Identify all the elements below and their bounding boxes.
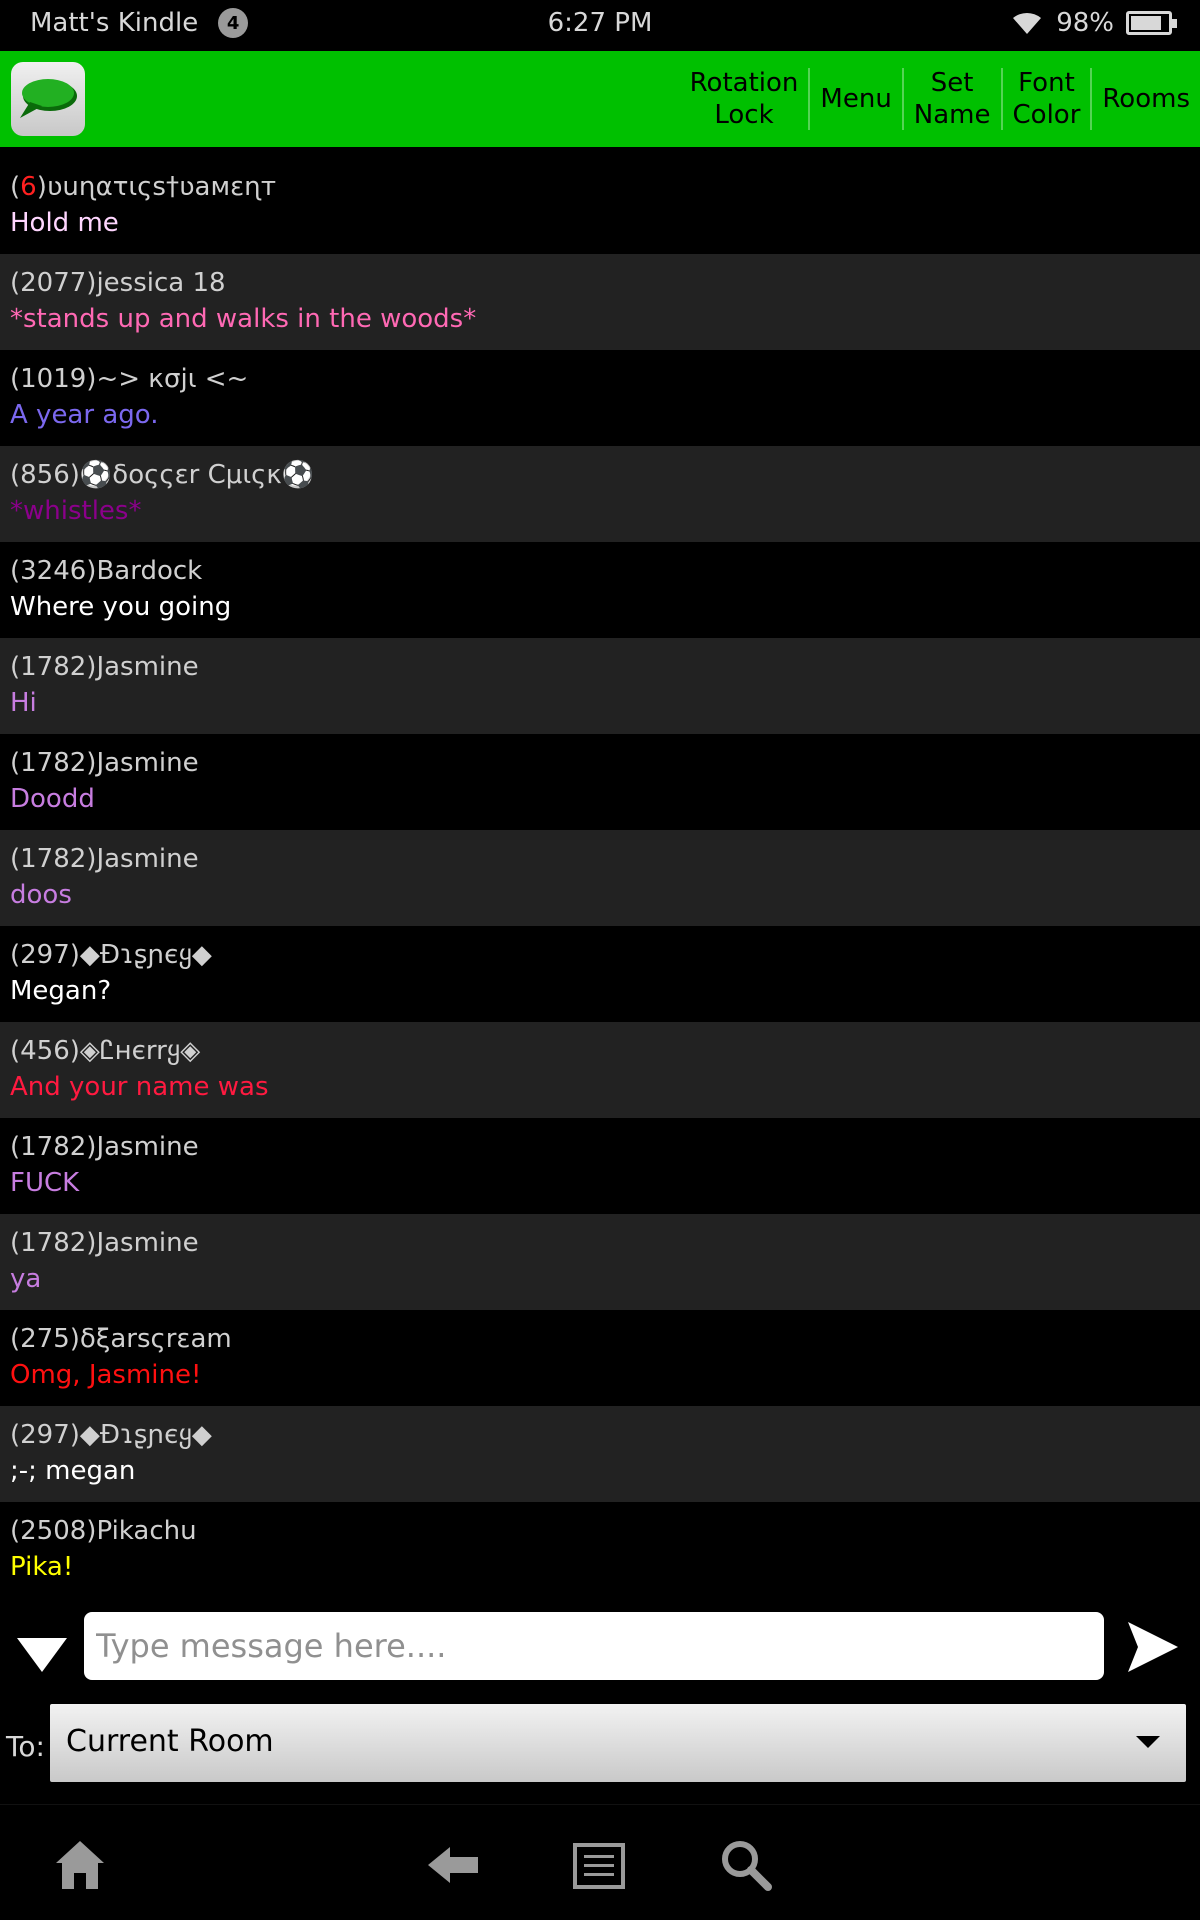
rotation-lock-label-2: Lock — [714, 100, 774, 130]
message-username[interactable]: (1782)Jasmine — [10, 842, 1190, 876]
message-username[interactable]: (1782)Jasmine — [10, 746, 1190, 780]
message-text: ya — [10, 1264, 42, 1294]
menu-button[interactable]: Menu — [810, 83, 901, 115]
back-icon[interactable] — [426, 1837, 482, 1893]
chevron-down-icon — [1136, 1736, 1160, 1748]
message-composer — [0, 1598, 1200, 1710]
user-id-paren: ( — [10, 172, 21, 202]
font-color-button[interactable]: Font Color — [1003, 67, 1091, 131]
set-name-label-1: Set — [930, 68, 974, 98]
recipient-select[interactable]: Current Room — [50, 1704, 1186, 1782]
message-text: ;-; megan — [10, 1456, 136, 1486]
app-menu-buttons: Rotation Lock Menu Set Name Font Color R… — [680, 51, 1200, 147]
chat-message-row[interactable]: (1019)~> кσјι <~ A year ago. — [0, 350, 1200, 446]
message-username[interactable]: (2077)jessica 18 — [10, 266, 1190, 300]
user-id-number: 6 — [20, 172, 37, 202]
message-username[interactable]: (1782)Jasmine — [10, 1226, 1190, 1260]
chat-message-row[interactable]: (1782)Jasmine doos — [0, 830, 1200, 926]
message-text: Pika! — [10, 1552, 74, 1582]
rotation-lock-button[interactable]: Rotation Lock — [680, 67, 809, 131]
message-username[interactable]: (275)δξarsςrεam — [10, 1322, 1190, 1356]
message-text: Megan? — [10, 976, 112, 1006]
font-color-label-1: Font — [1018, 68, 1075, 98]
search-icon[interactable] — [718, 1837, 774, 1893]
recipient-row: To: Current Room — [0, 1704, 1200, 1792]
message-input[interactable] — [84, 1612, 1104, 1680]
message-username[interactable]: (2508)Pikachu — [10, 1514, 1190, 1548]
menu-icon[interactable] — [572, 1837, 628, 1893]
speech-bubble-icon — [20, 79, 77, 118]
recipient-selected-value: Current Room — [66, 1724, 274, 1759]
chat-message-row[interactable]: (1782)Jasmine Hi — [0, 638, 1200, 734]
chat-message-row[interactable]: (275)δξarsςrεam Omg, Jasmine! — [0, 1310, 1200, 1406]
app-bar: Rotation Lock Menu Set Name Font Color R… — [0, 51, 1200, 147]
message-text: Hi — [10, 688, 37, 718]
message-username[interactable]: (6)ʋuɳατιςs†ʋaмεɳт — [10, 170, 1190, 204]
message-text: Doodd — [10, 784, 95, 814]
message-username[interactable]: (297)◆Ɖɿʂɲєყ◆ — [10, 938, 1190, 972]
message-username[interactable]: (1782)Jasmine — [10, 650, 1190, 684]
chat-message-row[interactable]: (456)◈Ꮭнєrrყ◈ And your name was — [0, 1022, 1200, 1118]
font-color-label-2: Color — [1012, 100, 1081, 130]
battery-icon — [1126, 11, 1177, 35]
chat-message-list[interactable]: (6)ʋuɳατιςs†ʋaмεɳт Hold me (2077)jessica 1… — [0, 158, 1200, 1598]
message-text: A year ago. — [10, 400, 159, 430]
message-text: *stands up and walks in the woods* — [10, 304, 477, 334]
message-username[interactable]: (456)◈Ꮭнєrrყ◈ — [10, 1034, 1190, 1068]
message-text: Where you going — [10, 592, 232, 622]
battery-percent: 98% — [1056, 8, 1114, 38]
chat-message-row[interactable]: (297)◆Ɖɿʂɲєყ◆ ;-; megan — [0, 1406, 1200, 1502]
chat-message-row[interactable]: (1782)Jasmine FUCK — [0, 1118, 1200, 1214]
chat-message-row[interactable]: (2508)Pikachu Pika! — [0, 1502, 1200, 1598]
message-username[interactable]: (1019)~> кσјι <~ — [10, 362, 1190, 396]
message-text: FUCK — [10, 1168, 80, 1198]
chat-message-row[interactable]: (297)◆Ɖɿʂɲєყ◆ Megan? — [0, 926, 1200, 1022]
message-username[interactable]: (856)⚽δοςςεr Cμιςκ⚽ — [10, 458, 1190, 492]
app-logo[interactable] — [11, 62, 85, 136]
status-right: 98% — [1010, 8, 1177, 38]
rooms-button[interactable]: Rooms — [1092, 83, 1200, 115]
chat-message-row[interactable]: (1782)Jasmine ya — [0, 1214, 1200, 1310]
message-text: And your name was — [10, 1072, 269, 1102]
chat-message-row[interactable]: (856)⚽δοςςεr Cμιςκ⚽ *whistles* — [0, 446, 1200, 542]
set-name-button[interactable]: Set Name — [904, 67, 1001, 131]
message-text: doos — [10, 880, 72, 910]
rooms-label: Rooms — [1102, 84, 1190, 114]
home-icon[interactable] — [52, 1837, 108, 1893]
menu-label: Menu — [820, 84, 892, 114]
message-username[interactable]: (1782)Jasmine — [10, 1130, 1190, 1164]
wifi-icon — [1013, 12, 1042, 34]
to-label: To: — [6, 1730, 45, 1763]
send-icon[interactable] — [1126, 1620, 1180, 1674]
chat-message-row[interactable]: (6)ʋuɳατιςs†ʋaмεɳт Hold me — [0, 158, 1200, 254]
set-name-label-2: Name — [913, 100, 991, 130]
message-username[interactable]: (297)◆Ɖɿʂɲєყ◆ — [10, 1418, 1190, 1452]
chat-message-row[interactable]: (1782)Jasmine Doodd — [0, 734, 1200, 830]
chat-message-row[interactable]: (2077)jessica 18 *stands up and walks in … — [0, 254, 1200, 350]
chat-message-row[interactable]: (3246)Bardock Where you going — [0, 542, 1200, 638]
status-bar: Matt's Kindle 4 6:27 PM 98% — [0, 0, 1200, 51]
user-id-paren: ) — [36, 172, 47, 202]
message-username[interactable]: (3246)Bardock — [10, 554, 1190, 588]
message-text: Hold me — [10, 208, 119, 238]
message-text: *whistles* — [10, 496, 142, 526]
collapse-triangle-icon[interactable] — [15, 1634, 69, 1674]
user-name-text: ʋuɳατιςs†ʋaмεɳт — [46, 172, 276, 202]
rotation-lock-label-1: Rotation — [689, 68, 799, 98]
message-text: Omg, Jasmine! — [10, 1360, 202, 1390]
navigation-bar — [0, 1804, 1200, 1920]
